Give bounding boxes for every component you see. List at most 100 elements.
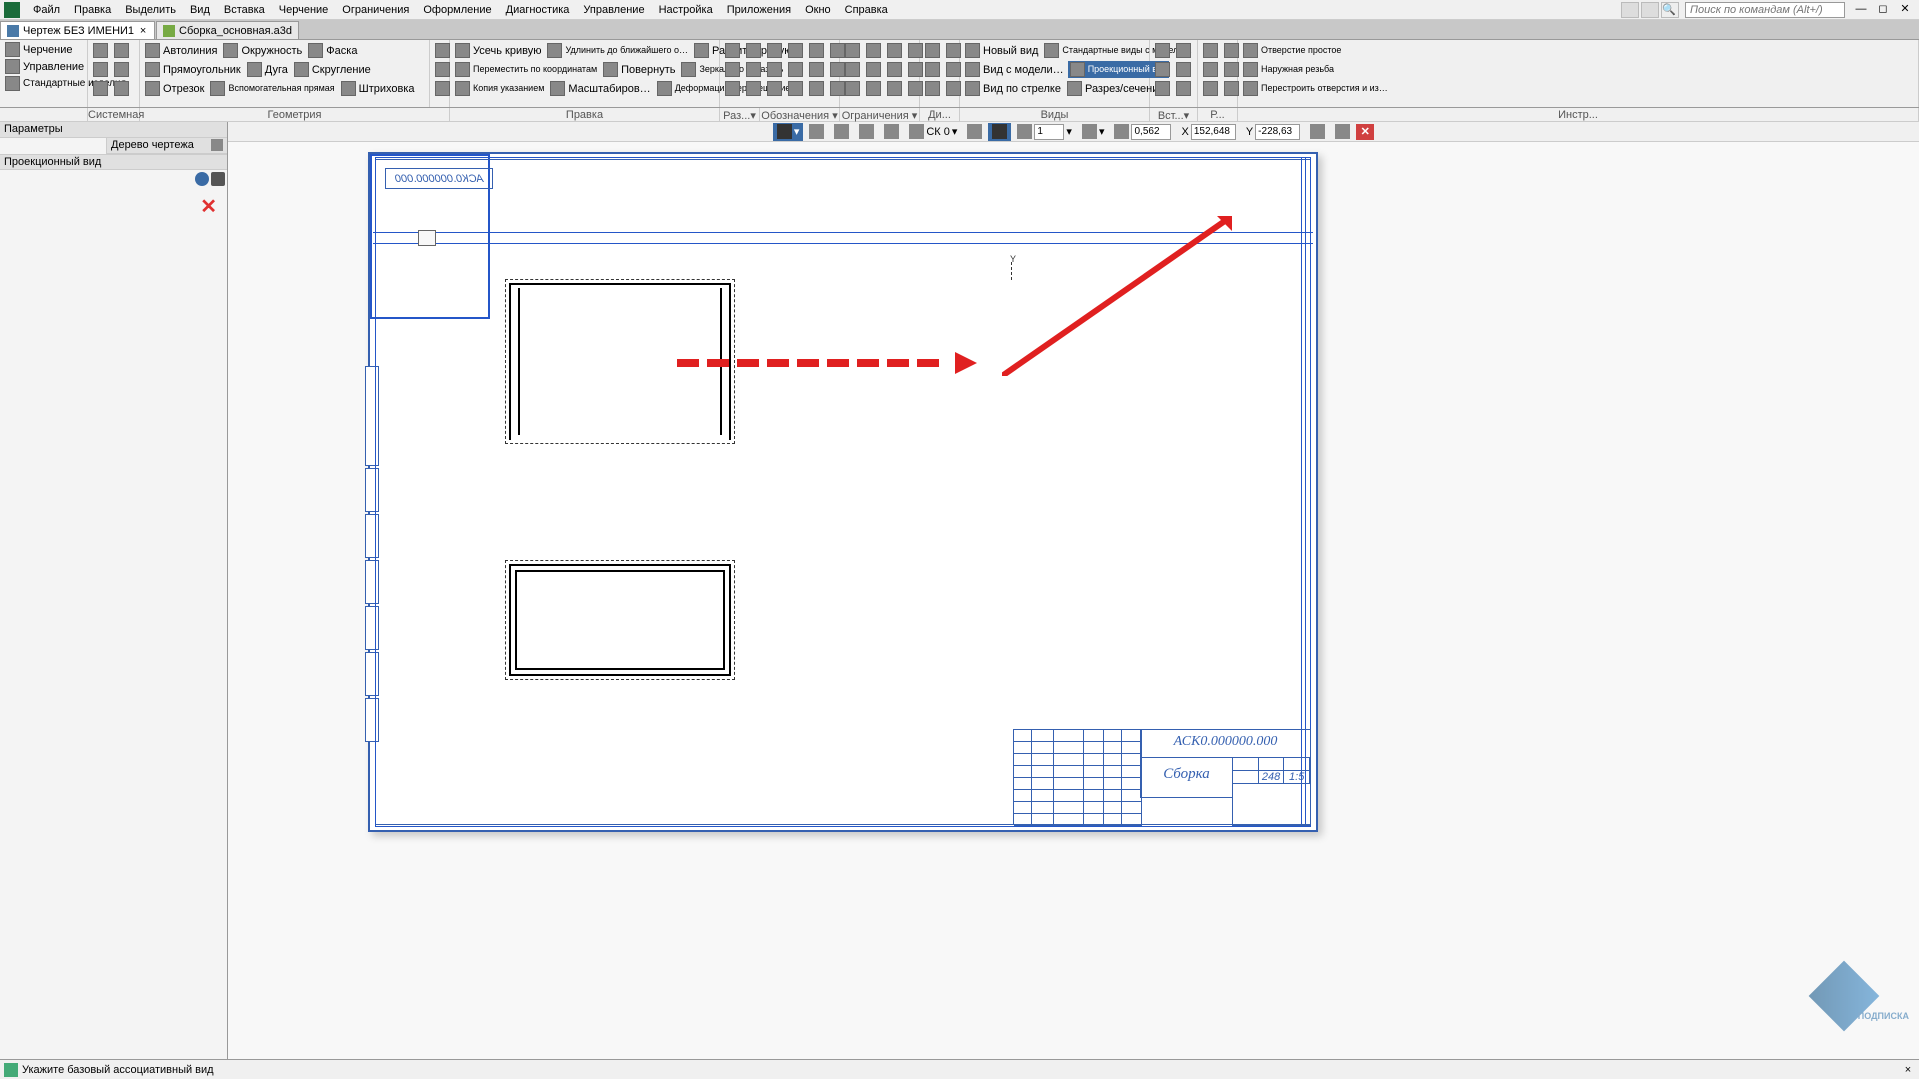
c7[interactable] xyxy=(885,61,904,78)
scale-button[interactable]: Масштабиров… xyxy=(548,80,652,97)
drawing-canvas[interactable]: АСК0.000000.000 Y xyxy=(228,142,1919,1059)
i1[interactable] xyxy=(1201,42,1220,59)
ortho-toggle[interactable] xyxy=(988,123,1011,141)
group-label[interactable]: Вст...▾ xyxy=(1150,108,1198,121)
c11[interactable] xyxy=(885,80,904,97)
scale-field[interactable]: ▾ xyxy=(1013,123,1076,141)
thread-ext-button[interactable]: Наружная резьба xyxy=(1241,61,1336,78)
menu-insert[interactable]: Вставка xyxy=(217,2,272,18)
dim14[interactable] xyxy=(744,80,763,97)
menu-select[interactable]: Выделить xyxy=(118,2,183,18)
menu-constraints[interactable]: Ограничения xyxy=(335,2,416,18)
move-button[interactable]: Переместить по координатам xyxy=(453,61,599,78)
c2[interactable] xyxy=(864,42,883,59)
v1[interactable] xyxy=(1153,42,1172,59)
help-icon[interactable] xyxy=(195,172,209,186)
menu-drafting[interactable]: Черчение xyxy=(272,2,336,18)
d5[interactable] xyxy=(923,80,942,97)
list-icon[interactable] xyxy=(211,172,225,186)
minimize-button[interactable]: — xyxy=(1851,3,1871,17)
dim11[interactable] xyxy=(807,61,826,78)
mode-drafting[interactable]: Черчение xyxy=(3,41,84,58)
cb-4[interactable] xyxy=(963,123,986,141)
menu-edit[interactable]: Правка xyxy=(67,2,118,18)
close-button[interactable]: ✕ xyxy=(1895,3,1915,17)
dim3[interactable] xyxy=(765,42,784,59)
v6[interactable] xyxy=(1174,80,1193,97)
cb-5[interactable] xyxy=(1306,123,1329,141)
segment-button[interactable]: Отрезок xyxy=(143,80,206,97)
c5[interactable] xyxy=(843,61,862,78)
i5[interactable] xyxy=(1201,80,1220,97)
cancel-icon[interactable]: ✕ xyxy=(0,188,227,225)
grid-toggle[interactable] xyxy=(880,123,903,141)
c9[interactable] xyxy=(843,80,862,97)
dim16[interactable] xyxy=(786,80,805,97)
undo-button[interactable] xyxy=(91,80,110,97)
newview-button[interactable]: Новый вид xyxy=(963,42,1040,59)
tab-close-icon[interactable]: × xyxy=(138,25,148,37)
copy-button[interactable]: Копия указанием xyxy=(453,80,546,97)
linestyle-dropdown[interactable]: ▾ xyxy=(773,123,804,141)
v2[interactable] xyxy=(1174,42,1193,59)
side-view-active[interactable] xyxy=(370,154,490,319)
x-input[interactable] xyxy=(1191,124,1236,140)
rect-button[interactable]: Прямоугольник xyxy=(143,61,243,78)
mode-std-parts[interactable]: Стандартные изделия xyxy=(3,75,84,92)
cb-3[interactable] xyxy=(855,123,878,141)
layout-icon[interactable] xyxy=(1621,2,1639,18)
circle-button[interactable]: Окружность xyxy=(221,42,304,59)
rotate-button[interactable]: Повернуть xyxy=(601,61,677,78)
tab-assembly[interactable]: Сборка_основная.a3d xyxy=(156,21,299,39)
gear-icon[interactable] xyxy=(211,139,223,151)
layout2-icon[interactable] xyxy=(1641,2,1659,18)
group-label[interactable]: Ограничения ▾ xyxy=(840,108,920,121)
menu-formatting[interactable]: Оформление xyxy=(416,2,498,18)
extend-button[interactable]: Удлинить до ближайшего о… xyxy=(545,42,690,59)
auxline-button[interactable]: Вспомогательная прямая xyxy=(208,80,336,97)
autoline-button[interactable]: Автолиния xyxy=(143,42,219,59)
dim5[interactable] xyxy=(807,42,826,59)
maximize-button[interactable]: ◻ xyxy=(1873,3,1893,17)
d3[interactable] xyxy=(923,61,942,78)
dim1[interactable] xyxy=(723,42,742,59)
fillet-button[interactable]: Скругление xyxy=(292,61,373,78)
v3[interactable] xyxy=(1153,61,1172,78)
open-button[interactable] xyxy=(112,42,131,59)
menu-settings[interactable]: Настройка xyxy=(652,2,720,18)
v4[interactable] xyxy=(1174,61,1193,78)
menu-window[interactable]: Окно xyxy=(798,2,838,18)
zoomfit-button[interactable]: ▾ xyxy=(1078,123,1109,141)
group-label[interactable]: Обозначения ▾ xyxy=(760,108,840,121)
command-search-input[interactable] xyxy=(1685,2,1845,18)
mode-manage[interactable]: Управление xyxy=(3,58,84,75)
dim9[interactable] xyxy=(765,61,784,78)
rebuild-holes-button[interactable]: Перестроить отверстия и из… xyxy=(1241,80,1390,97)
save-button[interactable] xyxy=(91,61,110,78)
cs-dropdown[interactable]: СК 0▾ xyxy=(905,123,961,141)
chamfer-button[interactable]: Фаска xyxy=(306,42,359,59)
i3[interactable] xyxy=(1201,61,1220,78)
menu-diagnostics[interactable]: Диагностика xyxy=(499,2,577,18)
arrowview-button[interactable]: Вид по стрелке xyxy=(963,80,1063,97)
dim7[interactable] xyxy=(723,61,742,78)
arc-button[interactable]: Дуга xyxy=(245,61,290,78)
tab-drawing[interactable]: Чертеж БЕЗ ИМЕНИ1 × xyxy=(0,21,155,39)
v5[interactable] xyxy=(1153,80,1172,97)
zoom-field[interactable] xyxy=(1110,123,1175,141)
cb-2[interactable] xyxy=(830,123,853,141)
group-label[interactable]: Раз...▾ xyxy=(720,108,760,121)
y-input[interactable] xyxy=(1255,124,1300,140)
menu-help[interactable]: Справка xyxy=(838,2,895,18)
status-close-icon[interactable]: × xyxy=(1901,1064,1915,1076)
c3[interactable] xyxy=(885,42,904,59)
dim4[interactable] xyxy=(786,42,805,59)
dim10[interactable] xyxy=(786,61,805,78)
hole-simple-button[interactable]: Отверстие простое xyxy=(1241,42,1343,59)
c6[interactable] xyxy=(864,61,883,78)
c10[interactable] xyxy=(864,80,883,97)
d1[interactable] xyxy=(923,42,942,59)
cb-1[interactable] xyxy=(805,123,828,141)
dim2[interactable] xyxy=(744,42,763,59)
menu-file[interactable]: Файл xyxy=(26,2,67,18)
